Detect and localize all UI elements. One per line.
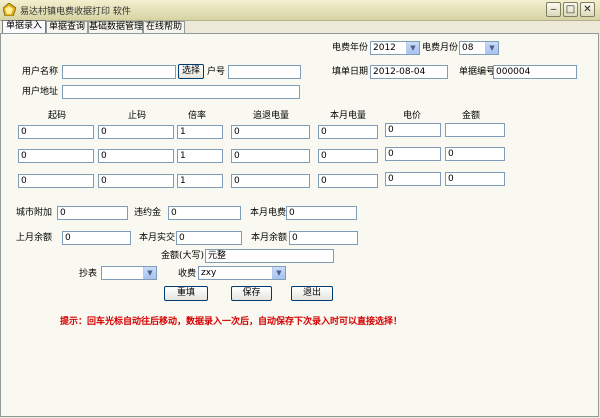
start-reading-input[interactable]: 0 <box>18 174 94 188</box>
year-value: 2012 <box>373 43 396 53</box>
end-reading-input[interactable]: 0 <box>98 174 174 188</box>
col-adjust-usage: 追退电量 <box>253 111 290 121</box>
last-balance-label: 上月余额 <box>16 233 53 243</box>
month-fee-label: 本月电费 <box>250 208 287 218</box>
multiplier-input[interactable]: 1 <box>177 174 223 188</box>
price-input[interactable]: 0 <box>385 172 441 186</box>
window-title: 易达村镇电费收据打印 软件 <box>20 7 131 17</box>
col-amount: 金额 <box>462 111 481 121</box>
maximize-button[interactable]: □ <box>563 2 578 17</box>
month-value: 08 <box>462 43 474 53</box>
receipt-no-input[interactable]: 000004 <box>493 65 577 79</box>
title-bar: 易达村镇电费收据打印 软件 ‒ □ ✕ <box>0 0 600 21</box>
month-usage-input[interactable]: 0 <box>318 149 378 163</box>
month-label: 电费月份 <box>422 43 459 53</box>
multiplier-input[interactable]: 1 <box>177 125 223 139</box>
tip-text: 提示：回车光标自动往后移动，数据录入一次后，自动保存下次录入时可以直接选择！ <box>60 317 403 327</box>
year-label: 电费年份 <box>332 43 369 53</box>
tab-base-data[interactable]: 基础数据管理 <box>88 21 143 33</box>
chevron-down-icon: ▼ <box>272 267 285 279</box>
start-reading-input[interactable]: 0 <box>18 149 94 163</box>
col-multiplier: 倍率 <box>188 111 207 121</box>
start-reading-input[interactable]: 0 <box>18 125 94 139</box>
account-input[interactable] <box>228 65 301 79</box>
fill-date-label: 填单日期 <box>332 67 369 77</box>
month-usage-input[interactable]: 0 <box>318 174 378 188</box>
month-usage-input[interactable]: 0 <box>318 125 378 139</box>
refill-button[interactable]: 重填 <box>164 286 208 301</box>
save-button[interactable]: 保存 <box>231 286 272 301</box>
price-input[interactable]: 0 <box>385 123 441 137</box>
chevron-down-icon: ▼ <box>485 42 498 54</box>
tab-query[interactable]: 单据查询 <box>46 21 88 33</box>
actual-paid-label: 本月实交 <box>139 233 176 243</box>
col-month-usage: 本月电量 <box>330 111 367 121</box>
account-label: 户号 <box>207 67 226 77</box>
close-button[interactable]: ✕ <box>580 2 595 17</box>
multiplier-input[interactable]: 1 <box>177 149 223 163</box>
address-label: 用户地址 <box>22 87 59 97</box>
user-name-label: 用户名称 <box>22 67 59 77</box>
col-start-reading: 起码 <box>48 111 67 121</box>
year-select[interactable]: 2012 ▼ <box>370 41 420 55</box>
tab-bar: 单据录入 单据查询 基础数据管理 在线帮助 <box>0 20 600 34</box>
minimize-button[interactable]: ‒ <box>546 2 561 17</box>
adjust-usage-input[interactable]: 0 <box>231 149 310 163</box>
end-reading-input[interactable]: 0 <box>98 125 174 139</box>
actual-paid-input[interactable]: 0 <box>176 231 242 245</box>
receipt-no-label: 单据编号 <box>459 67 496 77</box>
chevron-down-icon: ▼ <box>143 267 156 279</box>
chevron-down-icon: ▼ <box>406 42 419 54</box>
city-surcharge-input[interactable]: 0 <box>57 206 128 220</box>
this-balance-label: 本月余额 <box>251 233 288 243</box>
amount-upper-label: 金额(大写) <box>161 251 205 261</box>
month-fee-input[interactable]: 0 <box>286 206 357 220</box>
user-name-input[interactable] <box>62 65 176 79</box>
tab-help[interactable]: 在线帮助 <box>143 21 185 33</box>
collector-select[interactable]: zxy ▼ <box>198 266 286 280</box>
amount-input[interactable] <box>445 123 505 137</box>
end-reading-input[interactable]: 0 <box>98 149 174 163</box>
select-user-button[interactable]: 选择 <box>178 64 204 79</box>
penalty-label: 违约金 <box>134 208 162 218</box>
this-balance-input[interactable]: 0 <box>289 231 358 245</box>
meter-reader-label: 抄表 <box>79 269 98 279</box>
last-balance-input[interactable]: 0 <box>62 231 131 245</box>
tab-entry[interactable]: 单据录入 <box>2 20 46 34</box>
col-end-reading: 止码 <box>128 111 147 121</box>
adjust-usage-input[interactable]: 0 <box>231 174 310 188</box>
amount-input[interactable]: 0 <box>445 147 505 161</box>
exit-button[interactable]: 退出 <box>291 286 333 301</box>
collector-label: 收费 <box>178 269 197 279</box>
adjust-usage-input[interactable]: 0 <box>231 125 310 139</box>
penalty-input[interactable]: 0 <box>168 206 241 220</box>
amount-input[interactable]: 0 <box>445 172 505 186</box>
city-surcharge-label: 城市附加 <box>16 208 53 218</box>
col-price: 电价 <box>403 111 422 121</box>
meter-reader-select[interactable]: ▼ <box>101 266 157 280</box>
app-icon <box>3 3 16 16</box>
price-input[interactable]: 0 <box>385 147 441 161</box>
fill-date-input[interactable]: 2012-08-04 <box>370 65 448 79</box>
collector-value: zxy <box>201 268 217 278</box>
amount-upper-input[interactable]: 元整 <box>205 249 334 263</box>
address-input[interactable] <box>62 85 300 99</box>
month-select[interactable]: 08 ▼ <box>459 41 499 55</box>
